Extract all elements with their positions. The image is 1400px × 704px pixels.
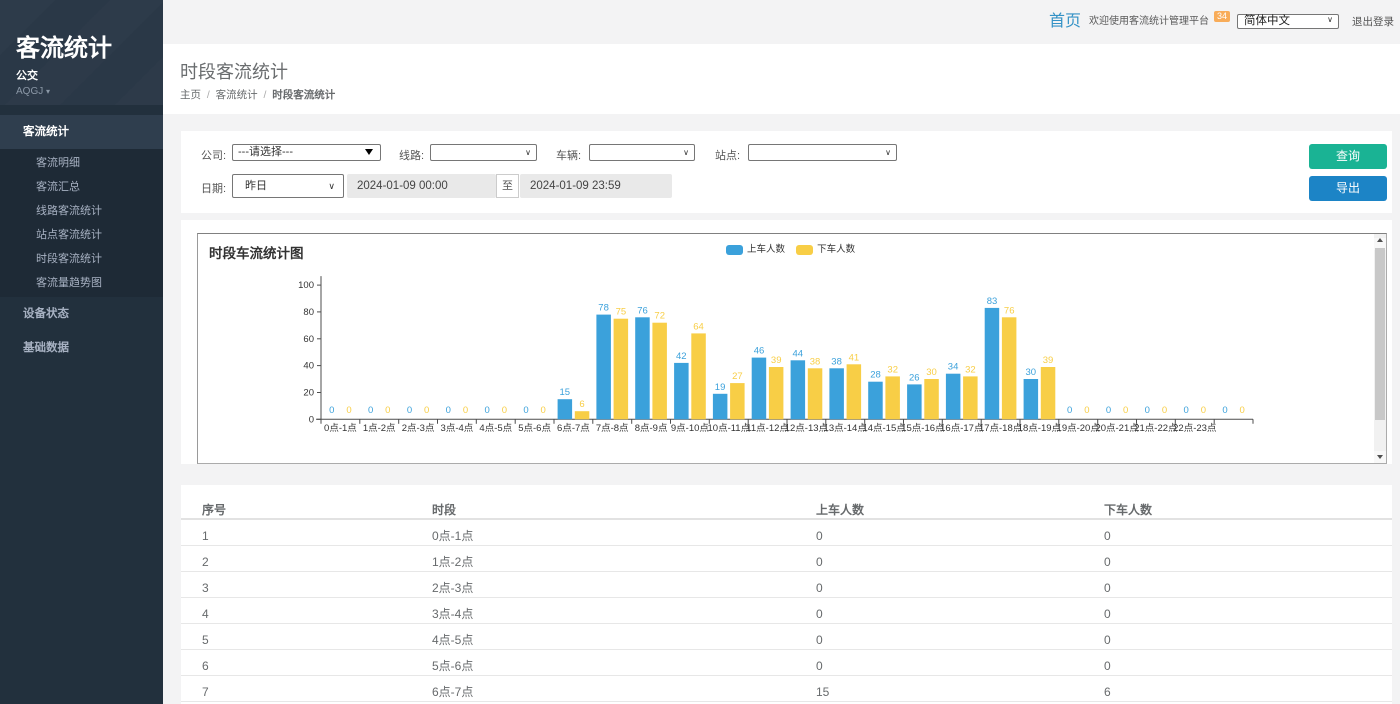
svg-text:0: 0	[329, 405, 334, 416]
svg-text:0: 0	[1144, 405, 1149, 416]
svg-text:0: 0	[523, 405, 528, 416]
svg-text:44: 44	[792, 348, 803, 359]
svg-text:0: 0	[1066, 405, 1071, 416]
svg-text:60: 60	[303, 333, 314, 344]
svg-text:21点-22点: 21点-22点	[1134, 422, 1178, 433]
svg-text:20点-21点: 20点-21点	[1095, 422, 1139, 433]
svg-text:80: 80	[303, 306, 314, 317]
svg-text:0: 0	[385, 405, 390, 416]
svg-text:1点-2点: 1点-2点	[362, 422, 395, 433]
svg-text:6点-7点: 6点-7点	[557, 422, 590, 433]
svg-text:32: 32	[965, 364, 976, 375]
svg-text:30: 30	[926, 367, 937, 378]
svg-text:17点-18点: 17点-18点	[978, 422, 1022, 433]
svg-text:0: 0	[1123, 405, 1128, 416]
svg-text:76: 76	[1003, 305, 1014, 316]
svg-text:78: 78	[598, 302, 609, 313]
svg-text:0: 0	[1239, 405, 1244, 416]
svg-text:30: 30	[1025, 367, 1036, 378]
svg-text:2点-3点: 2点-3点	[401, 422, 434, 433]
svg-text:0: 0	[1161, 405, 1166, 416]
svg-text:4点-5点: 4点-5点	[479, 422, 512, 433]
svg-text:39: 39	[1042, 355, 1053, 366]
svg-text:38: 38	[809, 356, 820, 367]
svg-text:0: 0	[346, 405, 351, 416]
svg-text:32: 32	[887, 364, 898, 375]
svg-text:0: 0	[462, 405, 467, 416]
svg-text:6: 6	[579, 399, 584, 410]
svg-text:46: 46	[753, 345, 764, 356]
svg-text:15点-16点: 15点-16点	[901, 422, 945, 433]
svg-text:0: 0	[501, 405, 506, 416]
svg-text:7点-8点: 7点-8点	[595, 422, 628, 433]
svg-text:11点-12点: 11点-12点	[746, 422, 789, 433]
svg-text:0: 0	[484, 405, 489, 416]
svg-text:19: 19	[714, 381, 725, 392]
svg-text:26: 26	[909, 372, 920, 383]
svg-text:0: 0	[1222, 405, 1227, 416]
svg-text:38: 38	[831, 356, 842, 367]
svg-text:42: 42	[676, 350, 687, 361]
svg-text:16点-17点: 16点-17点	[940, 422, 984, 433]
svg-text:13点-14点: 13点-14点	[823, 422, 867, 433]
svg-text:0: 0	[1084, 405, 1089, 416]
svg-text:5点-6点: 5点-6点	[518, 422, 551, 433]
svg-text:8点-9点: 8点-9点	[634, 422, 667, 433]
svg-text:20: 20	[303, 387, 314, 398]
svg-text:27: 27	[732, 371, 743, 382]
svg-text:22点-23点: 22点-23点	[1173, 422, 1217, 433]
svg-text:0: 0	[540, 405, 545, 416]
svg-text:0点-1点: 0点-1点	[324, 422, 357, 433]
svg-text:10点-11点: 10点-11点	[707, 422, 750, 433]
svg-text:76: 76	[637, 305, 648, 316]
svg-text:83: 83	[986, 295, 997, 306]
svg-text:0: 0	[406, 405, 411, 416]
svg-text:0: 0	[424, 405, 429, 416]
svg-text:0: 0	[308, 414, 313, 425]
svg-text:0: 0	[368, 405, 373, 416]
svg-text:39: 39	[770, 355, 781, 366]
svg-text:28: 28	[870, 369, 881, 380]
svg-text:0: 0	[1200, 405, 1205, 416]
svg-text:64: 64	[693, 321, 704, 332]
svg-text:12点-13点: 12点-13点	[784, 422, 828, 433]
svg-text:0: 0	[445, 405, 450, 416]
svg-text:40: 40	[303, 360, 314, 371]
svg-text:0: 0	[1105, 405, 1110, 416]
svg-text:18点-19点: 18点-19点	[1017, 422, 1061, 433]
svg-text:100: 100	[298, 280, 314, 291]
svg-text:41: 41	[848, 352, 859, 363]
svg-text:15: 15	[559, 387, 570, 398]
svg-text:72: 72	[654, 310, 665, 321]
svg-text:75: 75	[615, 306, 626, 317]
svg-text:14点-15点: 14点-15点	[862, 422, 906, 433]
svg-text:9点-10点: 9点-10点	[670, 422, 709, 433]
svg-text:0: 0	[1183, 405, 1188, 416]
svg-text:19点-20点: 19点-20点	[1056, 422, 1100, 433]
svg-text:34: 34	[947, 361, 958, 372]
svg-text:3点-4点: 3点-4点	[440, 422, 473, 433]
